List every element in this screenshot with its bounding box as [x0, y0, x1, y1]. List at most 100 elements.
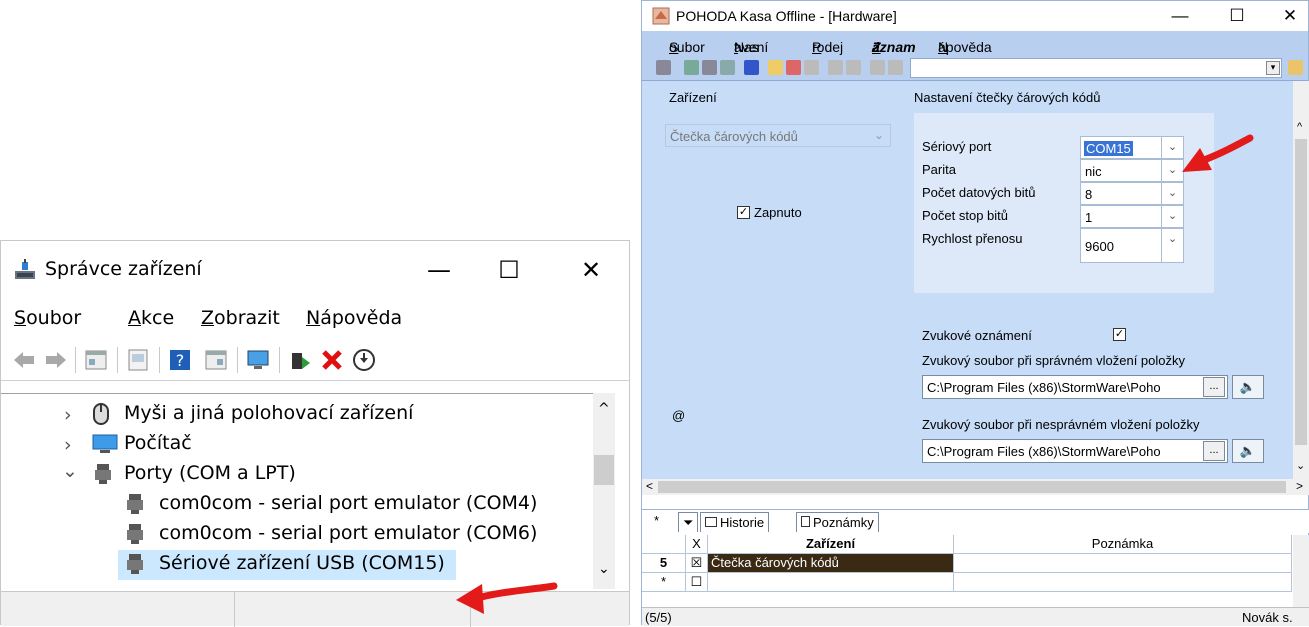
uninstall-icon[interactable]	[319, 347, 345, 373]
chevron-right-icon[interactable]: ›	[64, 434, 72, 456]
record-counter: (5/5)	[645, 610, 672, 625]
scrollbar-thumb[interactable]	[594, 455, 614, 485]
percent-icon[interactable]	[870, 60, 885, 75]
device-heading: Zařízení	[669, 90, 717, 105]
toolbar-icon[interactable]	[656, 60, 671, 75]
minimize-button[interactable]: —	[411, 249, 467, 291]
port-icon	[127, 554, 143, 574]
scan-hardware-icon[interactable]	[245, 347, 271, 373]
sound-notification-checkbox[interactable]: ✓	[1113, 328, 1126, 341]
tab-notes[interactable]: Poznámky	[796, 512, 879, 532]
field-label: Sériový port	[922, 139, 992, 154]
grid-header-device[interactable]: Zařízení	[708, 535, 954, 554]
view-icon[interactable]	[203, 347, 229, 373]
row-number: *	[642, 573, 686, 592]
preview-icon[interactable]	[720, 60, 735, 75]
download-icon[interactable]	[351, 347, 377, 373]
chevron-down-icon[interactable]: ⌄	[62, 460, 78, 482]
update-driver-icon[interactable]	[125, 347, 151, 373]
new-record-icon[interactable]	[768, 60, 783, 75]
print-icon[interactable]	[702, 60, 717, 75]
device-manager-icon	[15, 259, 35, 279]
maximize-button[interactable]: ☐	[481, 249, 537, 291]
toolbar-icon[interactable]	[888, 60, 903, 75]
toolbar-icon[interactable]	[804, 60, 819, 75]
toolbar-icon[interactable]	[846, 60, 861, 75]
scroll-left-icon[interactable]: <	[646, 479, 653, 493]
pohoda-app-icon	[652, 7, 670, 25]
scroll-up-icon[interactable]: ^	[598, 401, 610, 417]
maximize-button[interactable]: ☐	[1217, 2, 1257, 30]
chevron-down-icon[interactable]: ⌄	[1161, 183, 1183, 204]
close-button[interactable]: ✕	[1270, 2, 1309, 30]
scrollbar-thumb[interactable]	[658, 481, 1286, 493]
at-sign: @	[672, 408, 686, 423]
tree-node-com15[interactable]: Sériové zařízení USB (COM15)	[118, 550, 456, 580]
svg-text:?: ?	[176, 351, 185, 370]
form-vertical-scrollbar[interactable]: ^ ⌄	[1293, 81, 1309, 479]
save-icon[interactable]	[744, 60, 759, 75]
folder-icon[interactable]	[1288, 60, 1303, 75]
grid-header-x[interactable]: X	[686, 535, 708, 554]
sound-err-path-input[interactable]: C:\Program Files (x86)\StormWare\Poho	[922, 439, 1228, 463]
detail-tabs: * ⏷ Historie Poznámky	[642, 509, 1309, 533]
add-driver-icon[interactable]	[287, 347, 313, 373]
row-note	[954, 554, 1292, 573]
device-select[interactable]: Čtečka čárových kódů ⌄	[665, 124, 891, 147]
enabled-checkbox[interactable]: ✓	[737, 206, 750, 219]
grid-scrollbar[interactable]	[1293, 535, 1309, 607]
port-icon	[95, 464, 111, 484]
scroll-down-icon[interactable]: ⌄	[598, 561, 610, 577]
properties-icon[interactable]	[83, 347, 109, 373]
tab-history[interactable]: Historie	[700, 512, 770, 532]
scrollbar-thumb[interactable]	[1295, 139, 1307, 445]
menu-view[interactable]: Zobrazit	[201, 307, 280, 329]
help-icon[interactable]: ?	[167, 347, 193, 373]
scroll-down-icon[interactable]: ⌄	[1296, 459, 1305, 472]
scroll-up-icon[interactable]: ^	[1297, 121, 1302, 133]
data-bits-select[interactable]: 8 ⌄	[1080, 182, 1184, 205]
sound-ok-path-input[interactable]: C:\Program Files (x86)\StormWare\Poho	[922, 375, 1228, 399]
minimize-button[interactable]: —	[1160, 2, 1200, 30]
menu-file[interactable]: Soubor	[14, 307, 81, 329]
stop-bits-select[interactable]: 1 ⌄	[1080, 205, 1184, 228]
toolbar-combo[interactable]	[910, 58, 1282, 78]
menu-help[interactable]: Nápověda	[306, 307, 402, 329]
parity-select[interactable]: nic ⌄	[1080, 159, 1184, 182]
speaker-icon[interactable]: 🔈	[1232, 439, 1264, 463]
toolbar-icon[interactable]	[828, 60, 843, 75]
menu-action[interactable]: Akce	[128, 307, 174, 329]
row-device: Čtečka čárových kódů	[708, 554, 954, 573]
chevron-down-icon[interactable]: ⌄	[1161, 229, 1183, 262]
tree-node-label: Porty (COM a LPT)	[124, 462, 296, 484]
grid-header-note[interactable]: Poznámka	[954, 535, 1292, 554]
scroll-right-icon[interactable]: >	[1296, 479, 1303, 493]
field-label: Rychlost přenosu	[922, 231, 1023, 246]
tab-new[interactable]: *	[654, 513, 659, 528]
forward-icon[interactable]	[43, 347, 69, 373]
toolbar-icon[interactable]	[684, 60, 699, 75]
tree-scrollbar[interactable]: ^ ⌄	[593, 393, 615, 589]
back-icon[interactable]	[11, 347, 37, 373]
baud-rate-select[interactable]: 9600 ⌄	[1080, 228, 1184, 263]
chevron-right-icon[interactable]: ›	[64, 404, 72, 426]
title-bar: POHODA Kasa Offline - [Hardware] — ☐ ✕	[642, 1, 1308, 31]
row-checkbox[interactable]: ☐	[686, 573, 708, 592]
speaker-icon[interactable]: 🔈	[1232, 375, 1264, 399]
browse-button[interactable]: ...	[1203, 441, 1225, 461]
field-label: Parita	[922, 162, 956, 177]
form-horizontal-scrollbar[interactable]: < >	[642, 479, 1309, 495]
computer-icon	[92, 434, 118, 453]
browse-button[interactable]: ...	[1203, 377, 1225, 397]
chevron-down-icon[interactable]: ⌄	[1161, 206, 1183, 227]
combo-dropdown-icon[interactable]: ▾	[1266, 61, 1280, 75]
row-checkbox[interactable]: ☒	[686, 554, 708, 573]
row-note	[954, 573, 1292, 592]
close-button[interactable]: ✕	[563, 249, 619, 291]
filter-icon[interactable]: ⏷	[678, 512, 698, 532]
title-bar: Správce zařízení — ☐ ✕	[1, 241, 629, 299]
menu-bar: Soubor Akce Zobrazit Nápověda	[1, 303, 629, 337]
records-grid: X Zařízení Poznámka 5 ☒ Čtečka čárových …	[642, 535, 1292, 607]
serial-port-select[interactable]: COM15 ⌄	[1080, 136, 1184, 159]
delete-record-icon[interactable]	[786, 60, 801, 75]
